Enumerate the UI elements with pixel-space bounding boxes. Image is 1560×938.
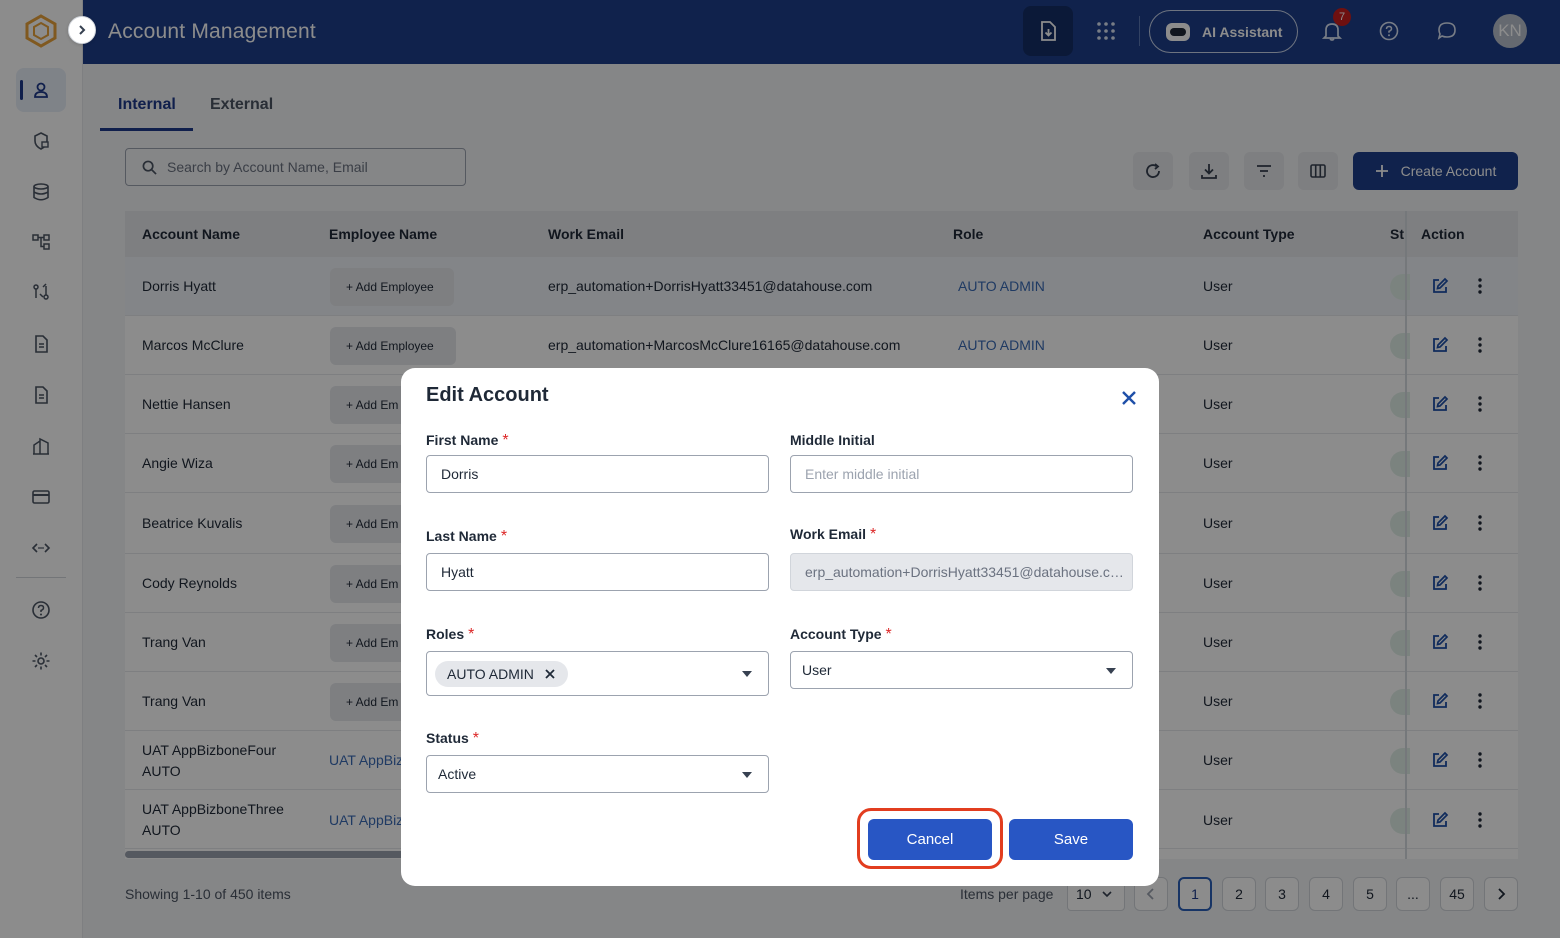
sidebar-collapse-button[interactable] [68,16,96,44]
account-type-label: Account Type * [790,626,892,644]
required-mark: * [468,626,475,643]
first-name-label-text: First Name [426,432,499,448]
dropdown-arrow-icon [742,772,752,778]
last-name-label: Last Name * [426,528,507,546]
account-type-select[interactable]: User [790,651,1133,689]
status-label-text: Status [426,730,469,746]
remove-chip-icon[interactable] [544,668,556,680]
edit-account-dialog: Edit Account First Name * Dorris Middle I… [401,368,1159,886]
dropdown-arrow-icon [742,671,752,677]
role-chip-label: AUTO ADMIN [447,665,534,682]
chevron-right-icon [79,25,86,35]
work-email-label-text: Work Email [790,526,866,542]
role-chip: AUTO ADMIN [435,660,568,687]
roles-label-text: Roles [426,626,465,642]
required-mark: * [870,526,877,543]
close-icon[interactable] [1119,388,1139,408]
app: Account Management AI Assistant 7 KN Int… [0,0,1560,938]
middle-initial-field[interactable]: Enter middle initial [790,455,1133,493]
dropdown-arrow-icon [1106,668,1116,674]
middle-initial-placeholder: Enter middle initial [805,466,920,482]
required-mark: * [500,528,508,545]
dialog-title: Edit Account [426,384,549,406]
account-type-value: User [802,662,832,678]
last-name-value: Hyatt [441,564,474,580]
status-label: Status * [426,730,479,748]
first-name-value: Dorris [441,466,479,482]
work-email-label: Work Email * [790,526,876,544]
last-name-field[interactable]: Hyatt [426,553,769,591]
account-type-label-text: Account Type [790,626,882,642]
status-select[interactable]: Active [426,755,769,793]
last-name-label-text: Last Name [426,528,497,544]
required-mark: * [502,432,509,449]
cancel-button[interactable]: Cancel [868,819,992,860]
first-name-field[interactable]: Dorris [426,455,769,493]
status-value: Active [438,766,477,782]
roles-select[interactable]: AUTO ADMIN [426,651,769,696]
save-button[interactable]: Save [1009,819,1133,860]
roles-label: Roles * [426,626,474,644]
required-mark: * [885,626,892,643]
work-email-value: erp_automation+DorrisHyatt33451@datahous… [805,564,1125,580]
required-mark: * [472,730,480,747]
first-name-label: First Name * [426,432,509,450]
middle-initial-label: Middle Initial [790,432,875,448]
work-email-field: erp_automation+DorrisHyatt33451@datahous… [790,553,1133,591]
